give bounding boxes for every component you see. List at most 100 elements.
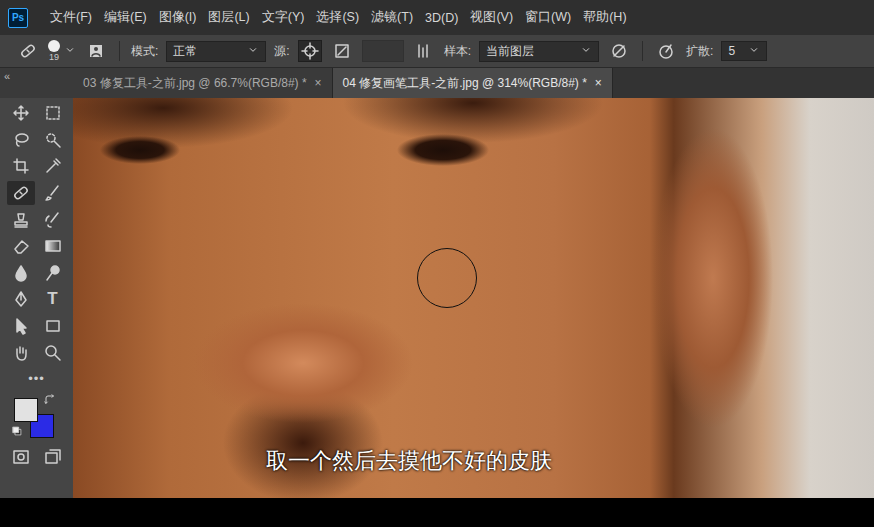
brush-dot-icon <box>48 40 60 52</box>
tool-row: T <box>7 286 67 313</box>
menu-item[interactable]: 滤镜(T) <box>365 9 419 26</box>
video-subtitle: 取一个然后去摸他不好的皮肤 <box>73 446 874 476</box>
clone-source-panel-icon[interactable] <box>84 40 108 62</box>
crop-tool[interactable] <box>7 154 35 178</box>
diffusion-value: 5 <box>728 44 735 58</box>
brush-tool[interactable] <box>39 181 67 205</box>
eyedropper-tool[interactable] <box>39 154 67 178</box>
foreground-color-swatch[interactable] <box>14 398 38 422</box>
sample-value: 当前图层 <box>486 43 534 60</box>
tab-close-button[interactable]: × <box>315 76 322 90</box>
gradient-icon <box>44 237 62 255</box>
hand-tool[interactable] <box>7 341 35 365</box>
eyedropper-icon <box>44 157 62 175</box>
type-icon: T <box>47 289 57 309</box>
sample-dropdown[interactable]: 当前图层 <box>479 41 599 62</box>
pen-icon <box>12 290 30 308</box>
tool-row <box>7 233 67 260</box>
marquee-tool[interactable] <box>39 101 67 125</box>
chevron-icon <box>580 44 592 59</box>
menu-item[interactable]: 选择(S) <box>310 9 365 26</box>
more-tools-button[interactable]: ••• <box>28 366 45 392</box>
tool-row <box>7 313 67 340</box>
blur-tool[interactable] <box>7 261 35 285</box>
menu-item[interactable]: 视图(V) <box>464 9 519 26</box>
clone-stamp-tool[interactable] <box>7 208 35 232</box>
menu-item[interactable]: 3D(D) <box>419 11 464 25</box>
quick-mask-button[interactable] <box>7 445 35 469</box>
document-tab[interactable]: 04 修复画笔工具-之前.jpg @ 314%(RGB/8#) *× <box>333 68 613 98</box>
mode-label: 模式: <box>131 43 158 60</box>
pen-tool[interactable] <box>7 287 35 311</box>
chevron-icon <box>247 44 259 59</box>
app-logo: Ps <box>8 8 28 28</box>
healing-brush-tool[interactable] <box>7 181 35 205</box>
screen-mode-button[interactable] <box>39 445 67 469</box>
rectangle-tool[interactable] <box>39 314 67 338</box>
menu-item[interactable]: 图层(L) <box>202 9 255 26</box>
dodge-tool[interactable] <box>39 261 67 285</box>
sample-label: 样本: <box>444 43 471 60</box>
path-select-tool[interactable] <box>7 314 35 338</box>
lasso-tool[interactable] <box>7 128 35 152</box>
chevron-icon[interactable] <box>64 44 76 59</box>
tab-close-button[interactable]: × <box>595 76 602 90</box>
document-tab[interactable]: 03 修复工具-之前.jpg @ 66.7%(RGB/8#) * × <box>73 68 333 98</box>
gradient-tool[interactable] <box>39 234 67 258</box>
brush-preset-picker[interactable]: 19 <box>48 40 76 62</box>
toolbar-header: « <box>0 68 73 98</box>
color-swatches <box>12 394 62 440</box>
menu-bar: Ps 文件(F)编辑(E)图像(I)图层(L)文字(Y)选择(S)滤镜(T)3D(… <box>0 0 874 35</box>
brush-icon <box>44 184 62 202</box>
type-tool[interactable]: T <box>39 287 67 311</box>
chevron-icon <box>748 44 760 59</box>
diffusion-label: 扩散: <box>686 43 713 60</box>
crop-icon <box>12 157 30 175</box>
brush-cursor <box>417 248 477 308</box>
pattern-source-icon[interactable] <box>330 40 354 62</box>
separator <box>119 41 120 61</box>
menu-item[interactable]: 帮助(H) <box>577 9 632 26</box>
quick-select-tool[interactable] <box>39 128 67 152</box>
menu-item[interactable]: 文件(F) <box>44 9 98 26</box>
tool-row <box>7 260 67 287</box>
tab-label: 03 修复工具-之前.jpg @ 66.7%(RGB/8#) * <box>83 75 307 92</box>
menu-item[interactable]: 图像(I) <box>153 9 203 26</box>
brush-size: 19 <box>49 52 59 62</box>
image-canvas[interactable]: 取一个然后去摸他不好的皮肤 <box>73 98 874 498</box>
pressure-icon[interactable] <box>654 40 678 62</box>
menu-item[interactable]: 文字(Y) <box>256 9 311 26</box>
zoom-tool[interactable] <box>39 341 67 365</box>
default-colors-icon[interactable] <box>12 426 22 436</box>
zoom-icon <box>44 344 62 362</box>
eraser-icon <box>12 237 30 255</box>
tools-panel: T ••• <box>0 98 73 498</box>
path-select-icon <box>12 317 30 335</box>
rectangle-icon <box>44 317 62 335</box>
move-tool[interactable] <box>7 101 35 125</box>
ignore-adjustment-icon[interactable] <box>607 40 631 62</box>
brush-preview: 19 <box>48 40 60 62</box>
move-icon <box>12 104 30 122</box>
menu-item[interactable]: 窗口(W) <box>519 9 577 26</box>
history-brush-tool[interactable] <box>39 208 67 232</box>
separator <box>642 41 643 61</box>
lasso-icon <box>12 131 30 149</box>
clone-stamp-icon <box>12 211 30 229</box>
source-label: 源: <box>274 43 289 60</box>
bottom-strip <box>0 498 874 527</box>
sampled-source-icon[interactable] <box>298 40 322 62</box>
options-bar: 19 模式: 正常源: 样本: 当前图层 扩散: 5 <box>0 35 874 68</box>
mode-dropdown[interactable]: 正常 <box>166 41 266 62</box>
tool-row <box>7 127 67 154</box>
swap-colors-icon[interactable] <box>44 394 56 406</box>
history-brush-icon <box>44 211 62 229</box>
collapse-button[interactable]: « <box>4 70 10 82</box>
bandage-icon[interactable] <box>16 40 40 62</box>
aligned-icon[interactable] <box>412 40 436 62</box>
menu-item[interactable]: 编辑(E) <box>98 9 153 26</box>
blur-icon <box>12 264 30 282</box>
pattern-picker <box>362 40 404 62</box>
eraser-tool[interactable] <box>7 234 35 258</box>
diffusion-field[interactable]: 5 <box>721 41 767 61</box>
